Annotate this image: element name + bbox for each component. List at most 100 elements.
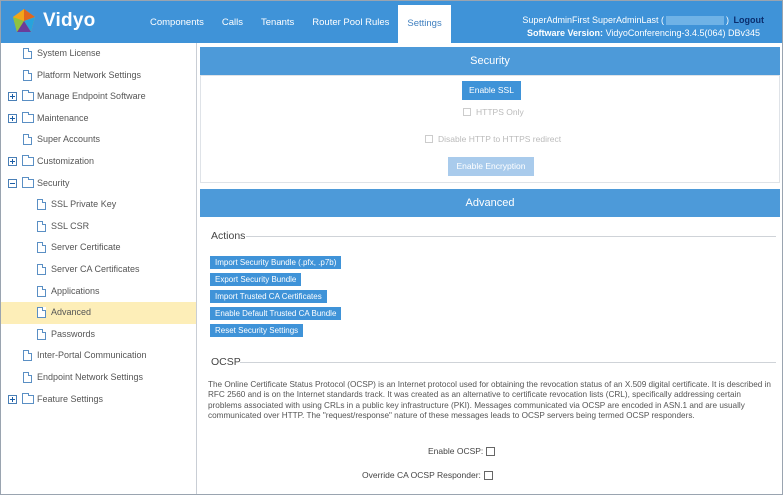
- tree-item-label: Inter-Portal Communication: [37, 350, 147, 361]
- tree-item-label: Endpoint Network Settings: [37, 371, 144, 382]
- brand-logo[interactable]: Vidyo: [11, 8, 95, 34]
- tree-item-super-accounts[interactable]: Super Accounts: [1, 129, 196, 151]
- nav-calls[interactable]: Calls: [213, 1, 252, 43]
- top-bar: Vidyo Components Calls Tenants Router Po…: [1, 1, 782, 43]
- tree-item-label: Security: [37, 177, 70, 188]
- expand-plus-icon[interactable]: [8, 113, 17, 123]
- document-icon: [37, 242, 46, 254]
- tree-item-label: Maintenance: [37, 112, 89, 123]
- tree-item-advanced[interactable]: Advanced: [1, 302, 196, 324]
- document-icon: [37, 307, 46, 319]
- tree-item-server-certificate[interactable]: Server Certificate: [1, 237, 196, 259]
- document-icon: [37, 263, 46, 275]
- tree-item-security[interactable]: Security: [1, 173, 196, 195]
- software-version: Software Version: VidyoConferencing-3.4.…: [527, 28, 760, 38]
- enable-default-trusted-ca-bundle-button[interactable]: Enable Default Trusted CA Bundle: [210, 307, 342, 320]
- folder-icon: [22, 392, 34, 404]
- tree-item-label: Platform Network Settings: [37, 69, 142, 80]
- expand-plus-icon[interactable]: [8, 394, 17, 404]
- tree-item-customization[interactable]: Customization: [1, 151, 196, 173]
- expand-plus-icon[interactable]: [8, 156, 17, 166]
- https-only-checkbox[interactable]: [463, 108, 471, 116]
- import-security-bundle-button[interactable]: Import Security Bundle (.pfx, .p7b): [210, 256, 342, 269]
- override-responder-checkbox[interactable]: [483, 471, 493, 481]
- logout-link[interactable]: Logout: [734, 15, 765, 25]
- tree-item-feature-settings[interactable]: Feature Settings: [1, 389, 196, 411]
- folder-icon: [22, 154, 34, 166]
- override-responder-label: Override CA OCSP Responder:: [362, 470, 481, 480]
- document-icon: [37, 328, 46, 340]
- tree-item-endpoint-network-settings[interactable]: Endpoint Network Settings: [1, 367, 196, 389]
- tree-item-server-ca-certificates[interactable]: Server CA Certificates: [1, 259, 196, 281]
- tree-item-label: SSL Private Key: [51, 199, 117, 210]
- tree-item-platform-network-settings[interactable]: Platform Network Settings: [1, 65, 196, 87]
- nav-settings[interactable]: Settings: [398, 5, 451, 43]
- actions-fieldset-border: [246, 236, 776, 237]
- tree-item-label: System License: [37, 48, 101, 58]
- tree-item-system-license[interactable]: System License: [1, 43, 196, 65]
- nav-components[interactable]: Components: [141, 1, 213, 43]
- enable-encryption-button[interactable]: Enable Encryption: [448, 157, 534, 176]
- tree-item-label: Passwords: [51, 328, 96, 339]
- export-security-bundle-button[interactable]: Export Security Bundle: [210, 273, 302, 286]
- nav-router-pool-rules[interactable]: Router Pool Rules: [303, 1, 398, 43]
- version-label: Software Version:: [527, 28, 604, 38]
- tree-item-label: Server CA Certificates: [51, 263, 140, 274]
- enable-ocsp-checkbox[interactable]: [486, 447, 496, 457]
- tree-item-label: Customization: [37, 155, 95, 166]
- disable-http-redirect-checkbox[interactable]: [425, 135, 433, 143]
- tree-item-label: Super Accounts: [37, 134, 101, 145]
- tree-item-inter-portal-communication[interactable]: Inter-Portal Communication: [1, 345, 196, 367]
- main-content: Security Enable SSL HTTPS Only Disable H…: [200, 43, 782, 494]
- ocsp-legend: OCSP: [211, 356, 241, 368]
- tree-item-ssl-csr[interactable]: SSL CSR: [1, 216, 196, 238]
- tree-item-label: Advanced: [51, 307, 92, 318]
- enable-ocsp-row: Enable OCSP:: [428, 446, 496, 457]
- tree-item-passwords[interactable]: Passwords: [1, 324, 196, 346]
- main-nav: Components Calls Tenants Router Pool Rul…: [141, 1, 451, 43]
- security-section-body: Enable SSL HTTPS Only Disable HTTP to HT…: [200, 75, 780, 183]
- expand-plus-icon[interactable]: [8, 92, 17, 102]
- tree-item-manage-endpoint-software[interactable]: Manage Endpoint Software: [1, 86, 196, 108]
- folder-icon: [22, 111, 34, 123]
- document-icon: [37, 220, 46, 232]
- tree-item-ssl-private-key[interactable]: SSL Private Key: [1, 194, 196, 216]
- tree-item-label: Manage Endpoint Software: [37, 91, 146, 102]
- override-responder-row: Override CA OCSP Responder:: [362, 470, 493, 481]
- advanced-section-header: Advanced: [200, 189, 780, 217]
- user-name: SuperAdminFirst SuperAdminLast (: [522, 15, 664, 25]
- folder-icon: [22, 90, 34, 102]
- redacted-username: [665, 16, 724, 26]
- disable-http-redirect-label: Disable HTTP to HTTPS redirect: [438, 134, 562, 144]
- security-section-header: Security: [200, 47, 780, 75]
- document-icon: [23, 371, 32, 383]
- vidyo-logo-icon: [13, 9, 35, 32]
- app-window: Vidyo Components Calls Tenants Router Po…: [0, 0, 783, 495]
- enable-ocsp-label: Enable OCSP:: [428, 446, 484, 456]
- ocsp-description: The Online Certificate Status Protocol (…: [208, 380, 771, 421]
- collapse-minus-icon[interactable]: [8, 178, 17, 188]
- brand-name: Vidyo: [43, 10, 96, 31]
- tree-item-label: SSL CSR: [51, 220, 90, 231]
- document-icon: [37, 199, 46, 211]
- user-info: SuperAdminFirst SuperAdminLast () Logout: [522, 15, 765, 26]
- https-only-label: HTTPS Only: [476, 107, 524, 117]
- document-icon: [23, 350, 32, 362]
- actions-legend: Actions: [211, 230, 246, 242]
- reset-security-settings-button[interactable]: Reset Security Settings: [210, 324, 304, 337]
- document-icon: [23, 134, 32, 146]
- settings-tree: System License Platform Network Settings…: [1, 43, 197, 494]
- tree-item-maintenance[interactable]: Maintenance: [1, 108, 196, 130]
- document-icon: [37, 285, 46, 297]
- tree-item-label: Applications: [51, 285, 100, 296]
- import-trusted-ca-certificates-button[interactable]: Import Trusted CA Certificates: [210, 290, 327, 303]
- open-folder-icon: [22, 176, 34, 188]
- tree-item-label: Server Certificate: [51, 242, 121, 253]
- tree-item-applications[interactable]: Applications: [1, 281, 196, 303]
- version-value: VidyoConferencing-3.4.5(064) DBv345: [605, 28, 760, 38]
- enable-ssl-button[interactable]: Enable SSL: [462, 81, 521, 100]
- document-icon: [23, 69, 32, 81]
- document-icon: [23, 48, 32, 59]
- nav-tenants[interactable]: Tenants: [252, 1, 303, 43]
- ocsp-fieldset-border: [240, 362, 776, 363]
